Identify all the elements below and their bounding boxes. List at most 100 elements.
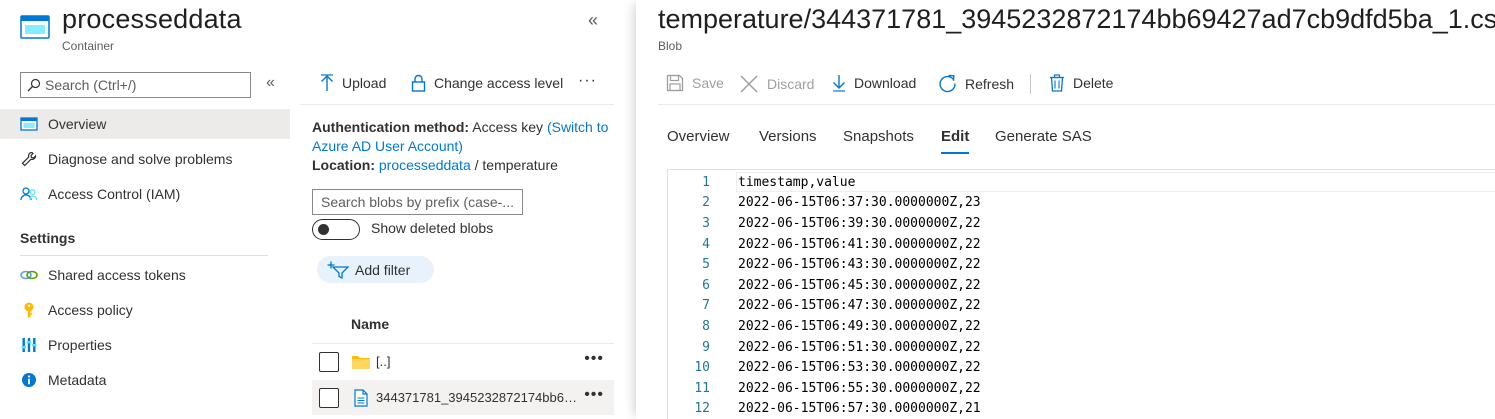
- line-number: 3: [702, 215, 710, 231]
- tab-generate-sas[interactable]: Generate SAS: [995, 128, 1092, 145]
- line-text: 2022-06-15T06:53:30.0000000Z,22: [738, 360, 981, 376]
- settings-divider: [20, 255, 268, 256]
- nav-label: Metadata: [48, 372, 107, 388]
- container-icon: [20, 15, 50, 39]
- delete-label: Delete: [1073, 75, 1114, 91]
- discard-label: Discard: [767, 76, 815, 92]
- line-number: 7: [702, 298, 710, 314]
- line-number: 5: [702, 257, 710, 273]
- upload-label: Upload: [342, 75, 387, 91]
- line-number: 1: [702, 174, 710, 190]
- add-filter-button[interactable]: Add filter: [317, 256, 434, 283]
- editor-line[interactable]: 2 2022-06-15T06:37:30.0000000Z,23: [668, 193, 980, 214]
- editor-line[interactable]: 10 2022-06-15T06:53:30.0000000Z,22: [668, 357, 980, 378]
- tab-versions[interactable]: Versions: [759, 128, 817, 145]
- editor-line[interactable]: 1 timestamp,value: [668, 172, 855, 193]
- line-text: 2022-06-15T06:55:30.0000000Z,22: [738, 380, 981, 396]
- show-deleted-toggle[interactable]: [312, 219, 360, 240]
- key-icon: [20, 301, 38, 319]
- table-row[interactable]: 344371781_3945232872174bb69427ad7cb9dfd5…: [312, 380, 614, 415]
- container-pane: processeddata Container « Search (Ctrl+/…: [0, 0, 636, 419]
- change-access-level-button[interactable]: Change access level: [411, 74, 563, 92]
- overview-icon: [20, 115, 38, 133]
- editor-line[interactable]: 12 2022-06-15T06:57:30.0000000Z,21: [668, 399, 980, 419]
- download-button[interactable]: Download: [832, 74, 916, 92]
- upload-button[interactable]: Upload: [320, 74, 386, 92]
- save-button[interactable]: Save: [666, 74, 724, 92]
- editor-line[interactable]: 4 2022-06-15T06:41:30.0000000Z,22: [668, 234, 980, 255]
- nav-label: Overview: [48, 116, 107, 132]
- location-separator: /: [474, 157, 479, 173]
- editor-line[interactable]: 7 2022-06-15T06:47:30.0000000Z,22: [668, 296, 980, 317]
- editor-line[interactable]: 5 2022-06-15T06:43:30.0000000Z,22: [668, 254, 980, 275]
- auth-method-line: Authentication method: Access key (Switc…: [312, 118, 608, 136]
- tab-edit[interactable]: Edit: [941, 128, 969, 145]
- row-checkbox[interactable]: [319, 351, 339, 372]
- nav-item-access-control[interactable]: Access Control (IAM): [0, 179, 290, 209]
- toolbar-separator: [1030, 74, 1031, 94]
- toolbar-divider: [300, 104, 614, 105]
- column-header-name[interactable]: Name: [351, 316, 389, 332]
- line-number: 10: [694, 360, 710, 376]
- code-editor[interactable]: 1 timestamp,value 2 2022-06-15T06:37:30.000…: [667, 169, 1495, 419]
- prefix-placeholder: Search blobs by prefix (case-...: [321, 194, 514, 210]
- collapse-pane-icon[interactable]: «: [588, 10, 598, 31]
- refresh-button[interactable]: Refresh: [938, 74, 1014, 93]
- tab-overview[interactable]: Overview: [667, 128, 730, 145]
- nav-label: Access Control (IAM): [48, 186, 181, 202]
- line-text: 2022-06-15T06:51:30.0000000Z,22: [738, 339, 981, 355]
- tab-snapshots[interactable]: Snapshots: [843, 128, 914, 145]
- collapse-nav-icon[interactable]: «: [266, 74, 275, 92]
- blob-subtitle: Blob: [658, 39, 683, 53]
- nav-item-metadata[interactable]: Metadata: [0, 365, 290, 395]
- row-more-button[interactable]: •••: [584, 350, 604, 368]
- blob-prefix-search-input[interactable]: Search blobs by prefix (case-...: [312, 189, 523, 215]
- line-number: 6: [702, 277, 710, 293]
- download-label: Download: [854, 75, 917, 91]
- show-deleted-label: Show deleted blobs: [371, 220, 494, 236]
- save-label: Save: [692, 75, 724, 91]
- nav-item-overview[interactable]: Overview: [0, 109, 290, 139]
- search-icon: [27, 78, 41, 92]
- folder-icon: [351, 353, 371, 371]
- line-text: 2022-06-15T06:41:30.0000000Z,22: [738, 236, 981, 252]
- row-name: [..]: [376, 354, 391, 369]
- location-container-link[interactable]: processeddata: [379, 157, 471, 173]
- line-text: 2022-06-15T06:49:30.0000000Z,22: [738, 318, 981, 334]
- auth-value: Access key: [472, 119, 544, 135]
- auth-label: Authentication method:: [312, 119, 470, 135]
- editor-line[interactable]: 11 2022-06-15T06:55:30.0000000Z,22: [668, 378, 980, 399]
- search-input[interactable]: Search (Ctrl+/): [20, 72, 251, 98]
- nav-item-shared-access-tokens[interactable]: Shared access tokens: [0, 260, 290, 290]
- line-number: 9: [702, 339, 710, 355]
- switch-auth-link[interactable]: (Switch to: [547, 119, 608, 135]
- discard-button[interactable]: Discard: [739, 74, 814, 94]
- editor-line[interactable]: 8 2022-06-15T06:49:30.0000000Z,22: [668, 316, 980, 337]
- link-icon: [20, 266, 38, 284]
- more-actions-button[interactable]: ···: [578, 72, 597, 90]
- change-access-level-label: Change access level: [434, 75, 564, 91]
- nav-item-access-policy[interactable]: Access policy: [0, 295, 290, 325]
- settings-heading: Settings: [20, 230, 76, 246]
- nav-item-diagnose[interactable]: Diagnose and solve problems: [0, 144, 290, 174]
- line-number: 11: [694, 380, 710, 396]
- line-number: 8: [702, 318, 710, 334]
- table-row[interactable]: [..] •••: [312, 344, 614, 379]
- editor-line[interactable]: 6 2022-06-15T06:45:30.0000000Z,22: [668, 275, 980, 296]
- line-text: timestamp,value: [738, 174, 856, 190]
- delete-button[interactable]: Delete: [1049, 74, 1113, 92]
- line-text: 2022-06-15T06:47:30.0000000Z,22: [738, 298, 981, 314]
- line-number: 4: [702, 236, 710, 252]
- editor-line[interactable]: 3 2022-06-15T06:39:30.0000000Z,22: [668, 213, 980, 234]
- switch-auth-link-cont[interactable]: Azure AD User Account): [312, 138, 463, 154]
- row-more-button[interactable]: •••: [584, 386, 604, 404]
- row-checkbox[interactable]: [319, 387, 339, 408]
- active-tab-indicator: [941, 152, 969, 154]
- toolbar-divider: [658, 104, 1495, 105]
- editor-line[interactable]: 9 2022-06-15T06:51:30.0000000Z,22: [668, 337, 980, 358]
- line-text: 2022-06-15T06:39:30.0000000Z,22: [738, 215, 981, 231]
- nav-label: Properties: [48, 337, 112, 353]
- nav-item-properties[interactable]: Properties: [0, 330, 290, 360]
- row-name: 344371781_3945232872174bb69427ad7cb9dfd5…: [376, 390, 581, 405]
- upload-icon: [321, 74, 333, 91]
